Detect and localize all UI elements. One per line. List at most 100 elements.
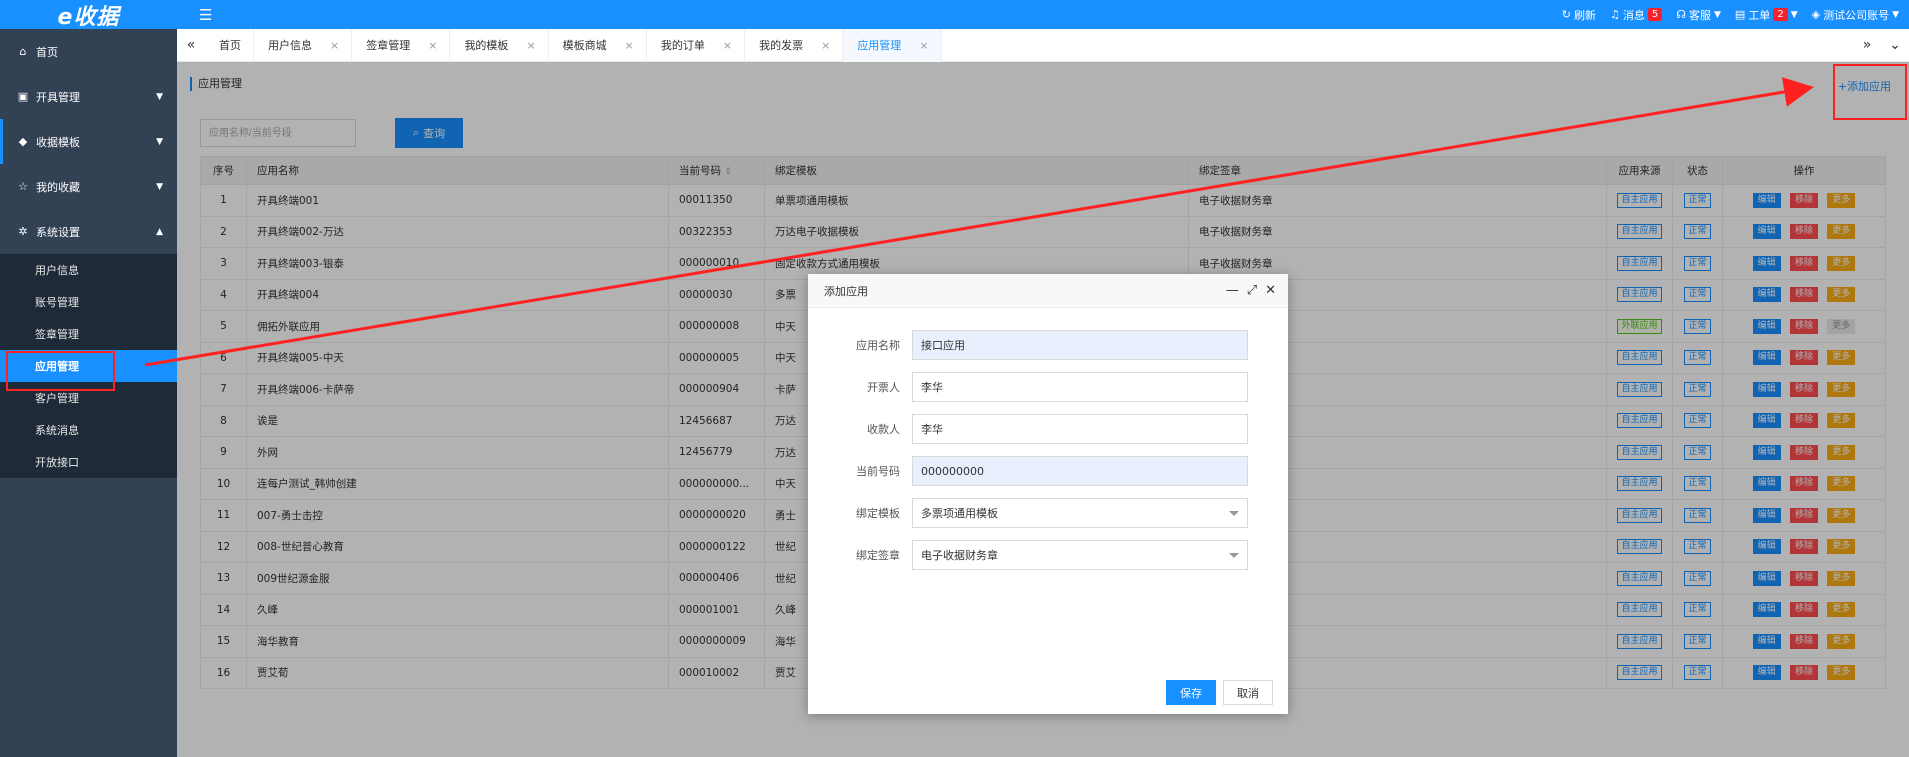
sidebar-item-label: 收据模板: [36, 135, 80, 149]
refresh-button[interactable]: ↻ 刷新: [1562, 7, 1596, 23]
top-right-actions: ↻ 刷新 ♫ 消息 5 ☊ 客服 ▼ ▤ 工单 2 ▼ ◈ 测试公司账号 ▼: [1562, 7, 1909, 23]
sidebar-item-label: 系统设置: [36, 225, 80, 239]
sidebar-item-label: 我的收藏: [36, 180, 80, 194]
tab-user-info[interactable]: 用户信息 ×: [254, 28, 353, 62]
issuer-field[interactable]: 李华: [912, 372, 1248, 402]
chevron-down-icon: ▼: [1892, 9, 1899, 20]
caret-up-icon: ▲: [156, 226, 163, 237]
annotation-box-add-app: [1833, 64, 1907, 120]
sidebar-group-favorites[interactable]: ☆ 我的收藏 ▼: [0, 164, 177, 209]
chevron-down-icon: ▼: [1713, 9, 1721, 20]
headset-icon: ☊: [1676, 8, 1686, 21]
logo: e收据: [57, 4, 120, 30]
tab-my-templates[interactable]: 我的模板 ×: [450, 28, 549, 62]
close-icon[interactable]: ×: [526, 39, 535, 52]
bell-icon: ♫: [1609, 8, 1620, 21]
sidebar: ⌂ 首页 ▣ 开具管理 ▼ ◆ 收据模板 ▼ ☆ 我的收藏 ▼ ✲ 系统设置 ▲ 用户信息 账号管…: [0, 29, 177, 757]
maximize-icon[interactable]: ⤢: [1247, 283, 1257, 298]
shield-icon: ◈: [1811, 8, 1821, 21]
sidebar-item-seals[interactable]: 签章管理: [0, 318, 177, 350]
tab-seals[interactable]: 签章管理 ×: [352, 28, 451, 62]
service-label: 客服: [1688, 8, 1711, 22]
sidebar-item-accounts[interactable]: 账号管理: [0, 286, 177, 318]
doc-icon: ▣: [17, 90, 29, 103]
template-select[interactable]: 多票项通用模板: [912, 498, 1248, 528]
sidebar-item-user-info[interactable]: 用户信息: [0, 254, 177, 286]
account-menu[interactable]: ◈ 测试公司账号 ▼: [1812, 7, 1899, 23]
sidebar-group-settings[interactable]: ✲ 系统设置 ▲: [0, 209, 177, 254]
dialog-controls: — ⤢ ✕: [1226, 283, 1288, 298]
sidebar-item-home[interactable]: ⌂ 首页: [0, 29, 177, 74]
tabs-scroll-left-icon[interactable]: «: [177, 29, 205, 62]
dialog-header: 添加应用 — ⤢ ✕: [808, 274, 1288, 308]
tab-label: 用户信息: [268, 39, 312, 52]
chevron-down-icon: ▼: [1790, 9, 1798, 20]
close-icon[interactable]: ×: [821, 39, 830, 52]
tab-home[interactable]: 首页: [205, 28, 254, 62]
tabs-right-controls: » ⌄: [1853, 29, 1909, 62]
tab-bar: « 首页 用户信息 × 签章管理 × 我的模板 × 模板商城 × 我的订单 × 我的发票 ×…: [177, 28, 1909, 62]
tab-label: 我的发票: [759, 39, 804, 52]
current-number-label: 当前号码: [856, 465, 900, 478]
caret-down-icon: ▼: [156, 91, 163, 102]
tab-label: 首页: [219, 39, 241, 52]
tab-apps[interactable]: 应用管理 ×: [843, 28, 942, 62]
service-button[interactable]: ☊ 客服 ▼: [1676, 7, 1721, 23]
tab-label: 我的订单: [660, 39, 705, 52]
sidebar-group-invoice[interactable]: ▣ 开具管理 ▼: [0, 74, 177, 119]
close-icon[interactable]: ✕: [1265, 283, 1276, 298]
issuer-label: 开票人: [867, 381, 900, 394]
ticket-icon: ▤: [1734, 8, 1746, 21]
refresh-icon: ↻: [1561, 8, 1571, 21]
tab-label: 应用管理: [857, 39, 902, 52]
add-app-dialog: 添加应用 — ⤢ ✕ 应用名称 接口应用 开票人 李华 收款人 李华 当前号码 0000…: [808, 274, 1288, 714]
tab-label: 签章管理: [366, 39, 411, 52]
form-row-payee: 收款人 李华: [808, 414, 1288, 444]
tab-label: 模板商城: [562, 39, 607, 52]
tab-template-store[interactable]: 模板商城 ×: [549, 28, 647, 62]
sidebar-item-label: 首页: [36, 45, 58, 59]
messages-button[interactable]: ♫ 消息 5: [1609, 7, 1663, 23]
close-icon[interactable]: ×: [330, 39, 339, 52]
payee-label: 收款人: [867, 423, 900, 436]
payee-field[interactable]: 李华: [912, 414, 1248, 444]
messages-badge: 5: [1647, 8, 1663, 21]
gear-icon: ✲: [18, 225, 28, 238]
close-icon[interactable]: ×: [919, 39, 928, 52]
form-row-current-number: 当前号码 000000000: [808, 456, 1288, 486]
save-button[interactable]: 保存: [1166, 680, 1216, 705]
sidebar-item-label: 开具管理: [36, 90, 80, 104]
tickets-button[interactable]: ▤ 工单 2 ▼: [1735, 7, 1798, 23]
caret-down-icon: ▼: [156, 181, 163, 192]
messages-label: 消息: [1622, 8, 1645, 22]
close-icon[interactable]: ×: [723, 39, 732, 52]
tabs-dropdown-icon[interactable]: ⌄: [1881, 29, 1909, 62]
form-row-app-name: 应用名称 接口应用: [808, 330, 1288, 360]
tabs-scroll-right-icon[interactable]: »: [1853, 29, 1881, 62]
minimize-icon[interactable]: —: [1226, 283, 1239, 298]
form-row-template: 绑定模板 多票项通用模板: [808, 498, 1288, 528]
top-bar: e收据 ☰ ↻ 刷新 ♫ 消息 5 ☊ 客服 ▼ ▤ 工单 2 ▼ ◈ 测试公司账号 ▼: [0, 0, 1909, 30]
form-row-issuer: 开票人 李华: [808, 372, 1288, 402]
cancel-button[interactable]: 取消: [1223, 680, 1273, 705]
menu-toggle-icon[interactable]: ☰: [199, 6, 212, 24]
layers-icon: ◆: [18, 135, 28, 148]
current-number-field[interactable]: 000000000: [912, 456, 1248, 486]
seal-label: 绑定签章: [856, 549, 900, 562]
app-name-field[interactable]: 接口应用: [912, 330, 1248, 360]
sidebar-item-open-api[interactable]: 开放接口: [0, 446, 177, 478]
template-label: 绑定模板: [856, 507, 900, 520]
app-name-label: 应用名称: [856, 339, 900, 352]
sidebar-group-templates[interactable]: ◆ 收据模板 ▼: [0, 119, 177, 164]
home-icon: ⌂: [19, 45, 27, 58]
star-icon: ☆: [18, 180, 28, 193]
close-icon[interactable]: ×: [428, 39, 437, 52]
sidebar-item-messages[interactable]: 系统消息: [0, 414, 177, 446]
caret-down-icon: ▼: [156, 136, 163, 147]
tab-label: 我的模板: [464, 39, 509, 52]
dialog-title: 添加应用: [824, 284, 868, 298]
seal-select[interactable]: 电子收据财务章: [912, 540, 1248, 570]
tab-my-orders[interactable]: 我的订单 ×: [647, 28, 746, 62]
tab-my-invoices[interactable]: 我的发票 ×: [745, 28, 844, 62]
close-icon[interactable]: ×: [625, 39, 634, 52]
